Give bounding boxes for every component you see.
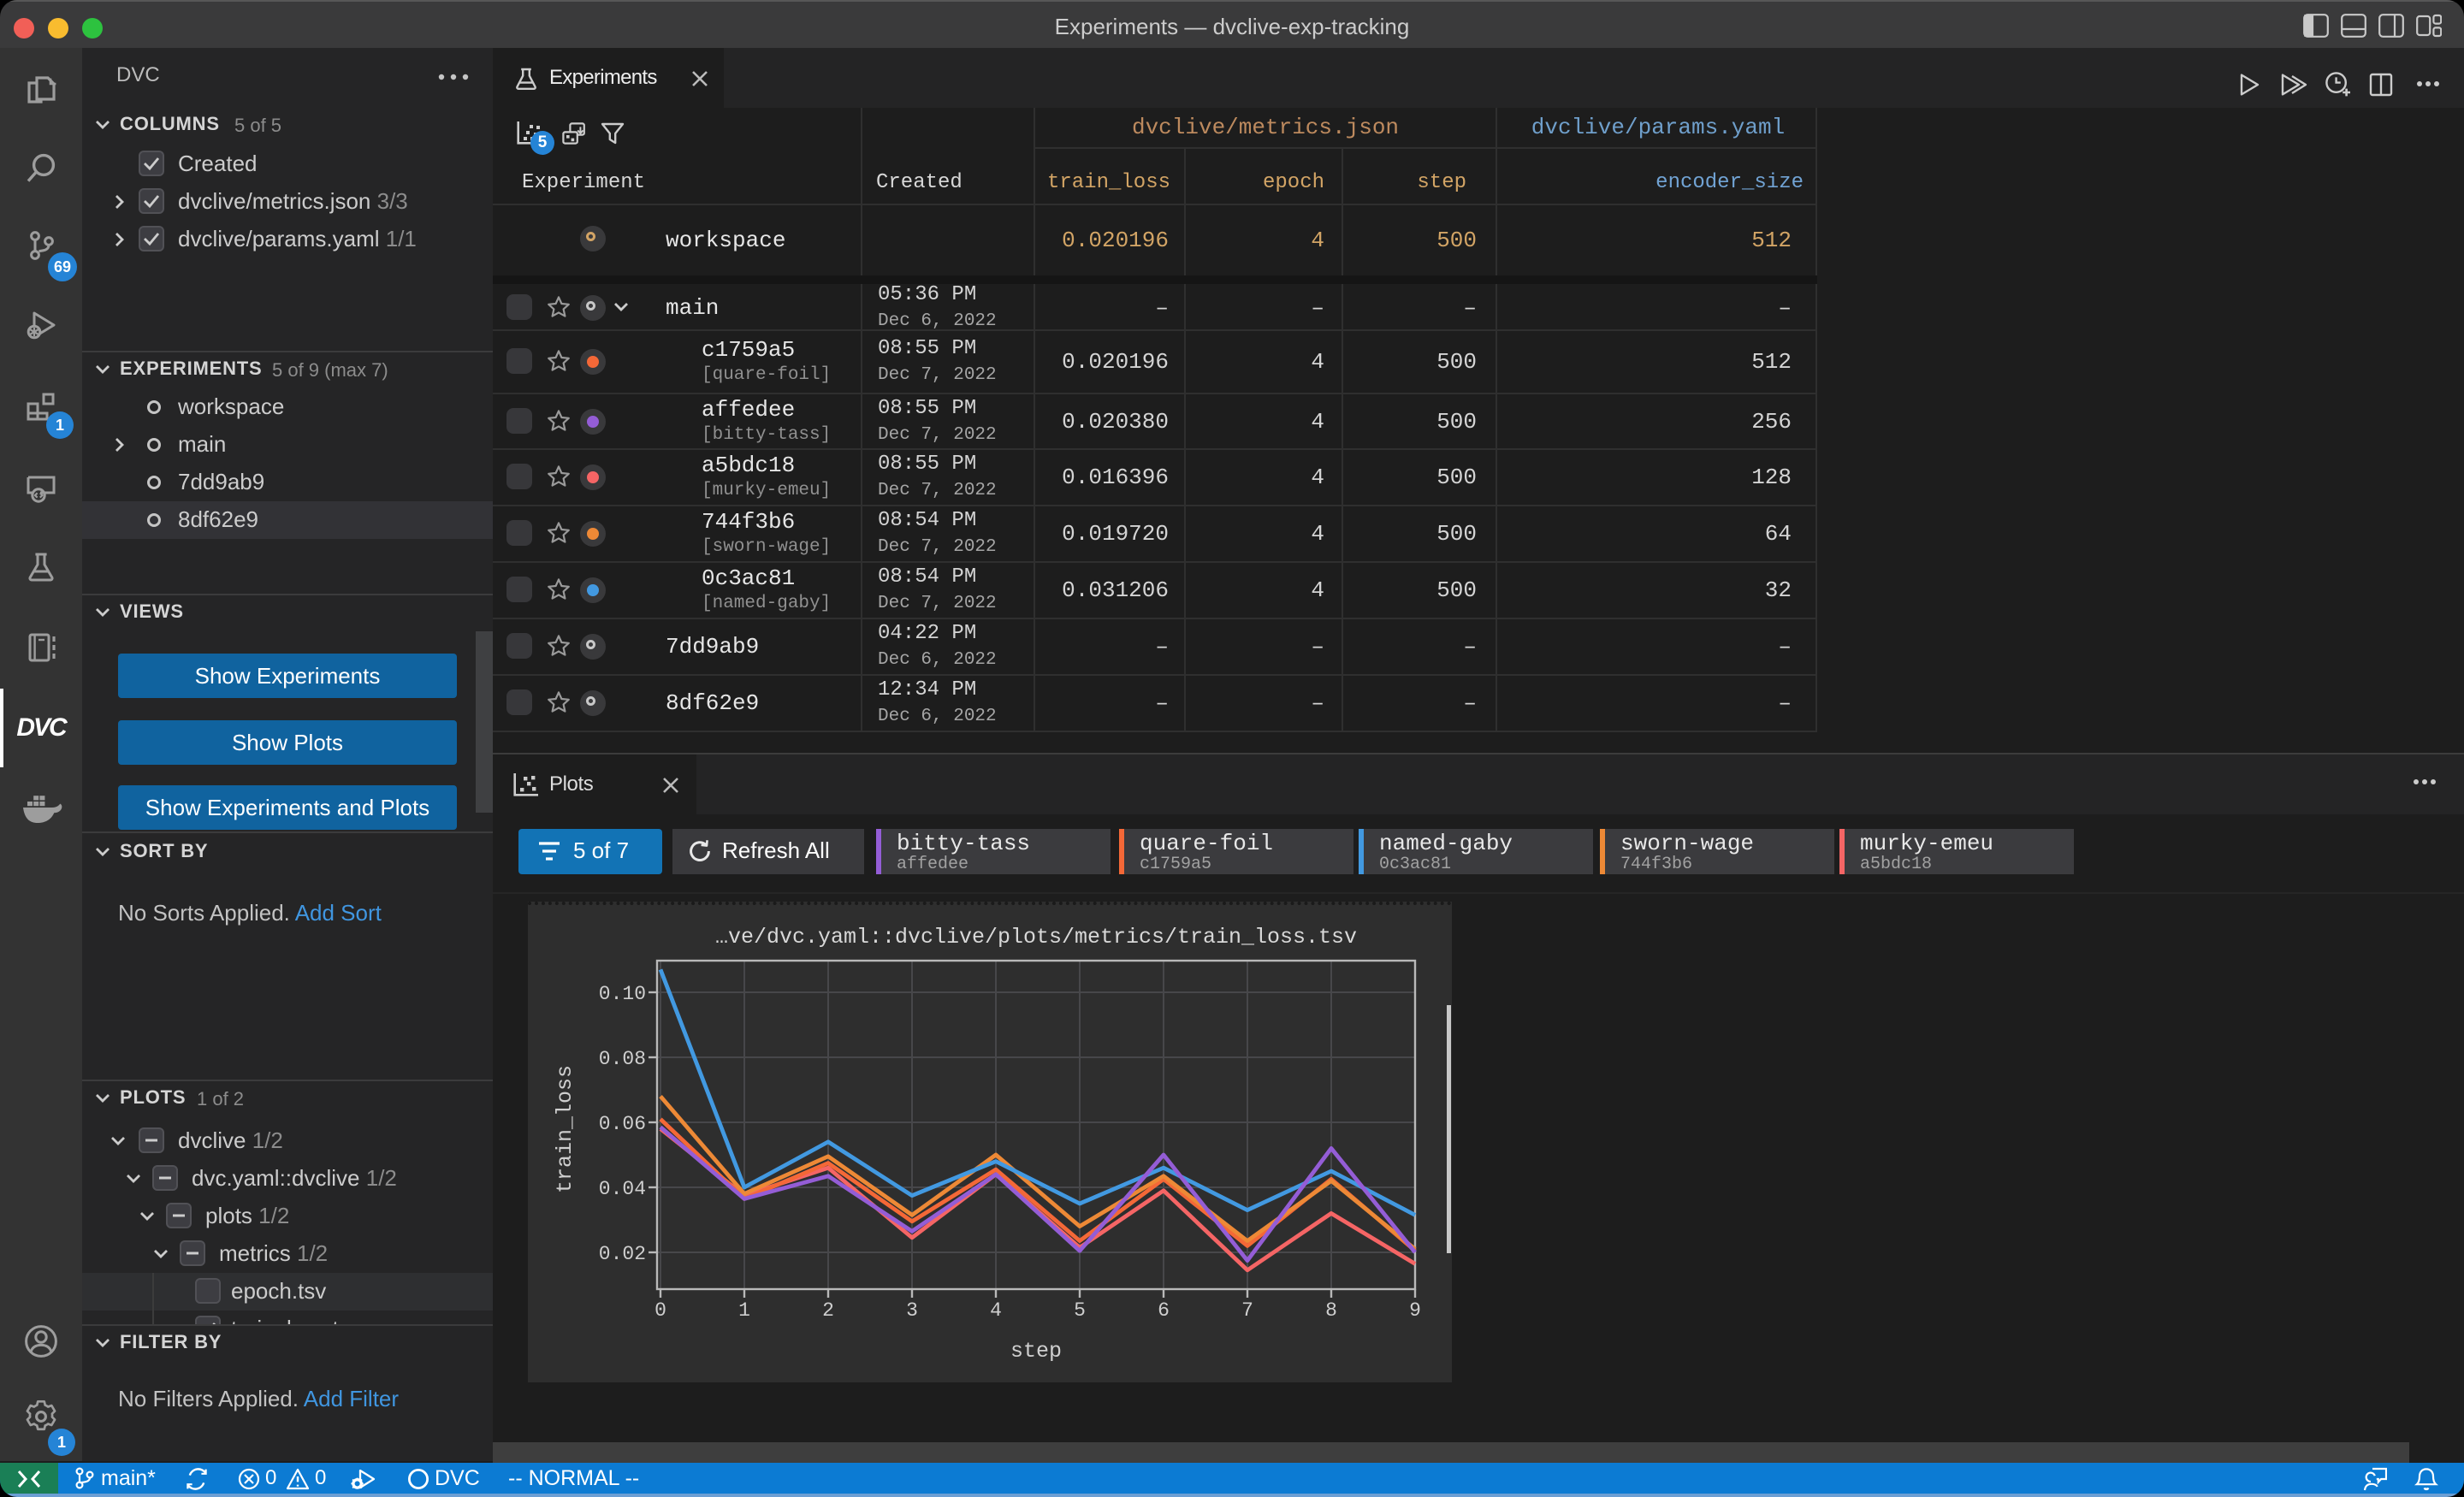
svg-text:0.10: 0.10 <box>599 983 646 1005</box>
svg-text:2: 2 <box>822 1299 834 1322</box>
svg-text:7: 7 <box>1241 1299 1253 1322</box>
svg-text:6: 6 <box>1158 1299 1170 1322</box>
svg-text:8: 8 <box>1325 1299 1337 1322</box>
svg-text:…ve/dvc.yaml::dvclive/plots/me: …ve/dvc.yaml::dvclive/plots/metrics/trai… <box>715 925 1357 950</box>
svg-text:1: 1 <box>738 1299 750 1322</box>
svg-text:0.08: 0.08 <box>599 1048 646 1070</box>
svg-text:step: step <box>1010 1339 1062 1364</box>
svg-text:5: 5 <box>1074 1299 1086 1322</box>
svg-text:3: 3 <box>906 1299 918 1322</box>
svg-text:0.04: 0.04 <box>599 1178 646 1200</box>
svg-text:0: 0 <box>654 1299 666 1322</box>
svg-text:0.02: 0.02 <box>599 1243 646 1265</box>
svg-text:0.06: 0.06 <box>599 1113 646 1135</box>
svg-text:4: 4 <box>990 1299 1002 1322</box>
svg-text:train_loss: train_loss <box>553 1065 578 1193</box>
svg-text:9: 9 <box>1409 1299 1421 1322</box>
